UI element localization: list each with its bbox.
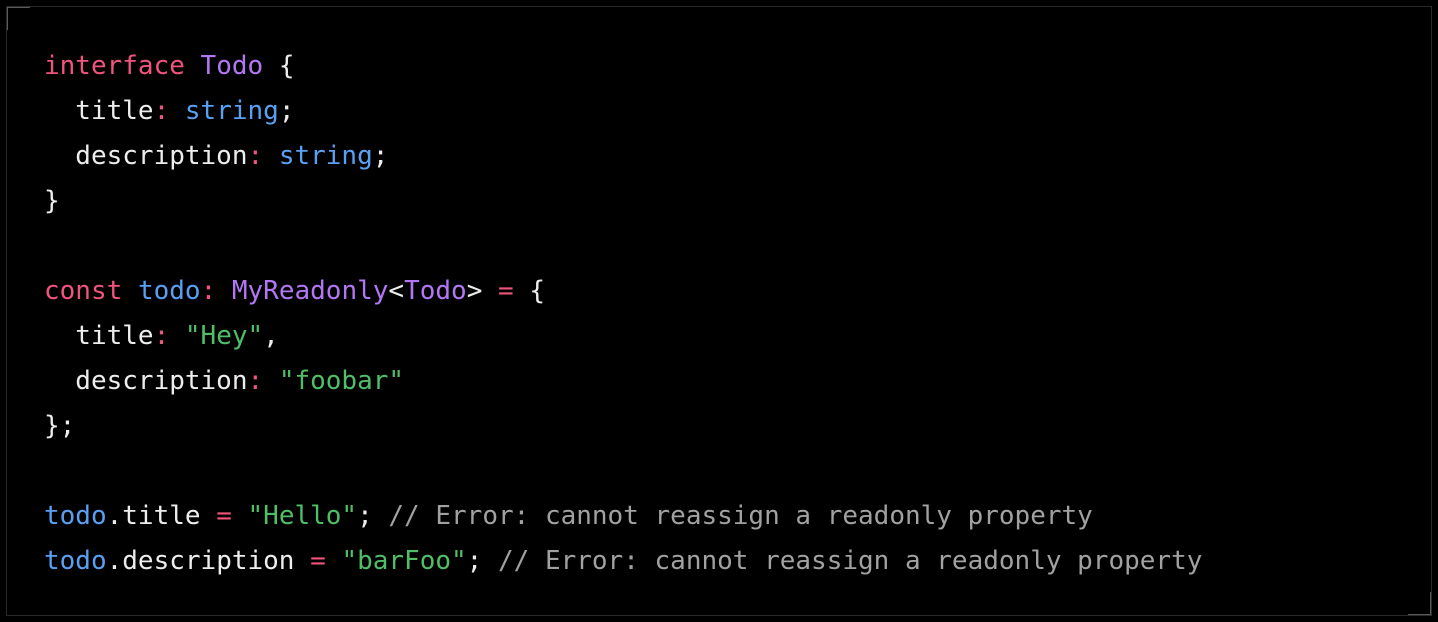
code-token: MyReadonly — [231, 276, 389, 306]
code-token: string — [184, 96, 279, 126]
code-token: description — [44, 141, 248, 171]
code-token: todo — [137, 276, 201, 306]
code-line: } — [44, 179, 1202, 224]
code-token: { — [263, 51, 295, 81]
code-line: description: string; — [44, 134, 1202, 179]
code-token: const — [44, 276, 123, 306]
code-token: } — [44, 186, 60, 216]
code-block: interface Todo { title: string; descript… — [44, 44, 1202, 584]
code-token: { — [513, 276, 545, 306]
code-line: interface Todo { — [44, 44, 1202, 89]
code-token: ; — [278, 96, 295, 126]
code-token: interface — [44, 51, 185, 81]
code-line: ​ — [44, 449, 1202, 494]
code-token: title — [44, 321, 154, 351]
code-line: todo.description = "barFoo"; // Error: c… — [44, 539, 1202, 584]
code-token: description — [44, 366, 248, 396]
code-token: title — [44, 96, 154, 126]
frame-corner-top-left — [7, 7, 30, 30]
code-token: = — [498, 276, 514, 306]
code-token: Todo — [404, 276, 467, 306]
code-token: : — [200, 276, 217, 306]
frame-corner-bottom-right — [1408, 592, 1431, 615]
code-token: .description — [106, 546, 295, 576]
code-token: "Hey" — [184, 321, 264, 351]
code-token: = — [216, 501, 232, 531]
code-token: .title — [106, 501, 201, 531]
code-line: }; — [44, 404, 1202, 449]
code-line: ​ — [44, 224, 1202, 269]
code-token: // Error: cannot reassign a readonly pro… — [388, 501, 1093, 531]
code-line: const todo: MyReadonly<Todo> = { — [44, 269, 1202, 314]
code-line: todo.title = "Hello"; // Error: cannot r… — [44, 494, 1202, 539]
code-block-frame: interface Todo { title: string; descript… — [6, 6, 1432, 616]
code-token: : — [247, 366, 264, 396]
code-token: }; — [44, 411, 76, 441]
code-token: , — [263, 321, 279, 351]
code-token: : — [153, 96, 170, 126]
code-token: ; — [466, 546, 498, 576]
code-line: title: string; — [44, 89, 1202, 134]
code-token: ; — [372, 141, 389, 171]
code-token: "foobar" — [278, 366, 405, 396]
code-token: // Error: cannot reassign a readonly pro… — [497, 546, 1203, 576]
code-token: Todo — [200, 51, 264, 81]
code-token: string — [278, 141, 373, 171]
code-token: todo — [44, 501, 107, 531]
code-token: todo — [44, 546, 107, 576]
code-token: ; — [357, 501, 389, 531]
code-line: title: "Hey", — [44, 314, 1202, 359]
code-token: = — [310, 546, 326, 576]
code-token: : — [153, 321, 170, 351]
code-token: < — [388, 276, 405, 306]
code-token: "Hello" — [247, 501, 358, 531]
code-token: : — [247, 141, 264, 171]
code-token: "barFoo" — [341, 546, 467, 576]
code-line: description: "foobar" — [44, 359, 1202, 404]
code-token: > — [466, 276, 483, 306]
